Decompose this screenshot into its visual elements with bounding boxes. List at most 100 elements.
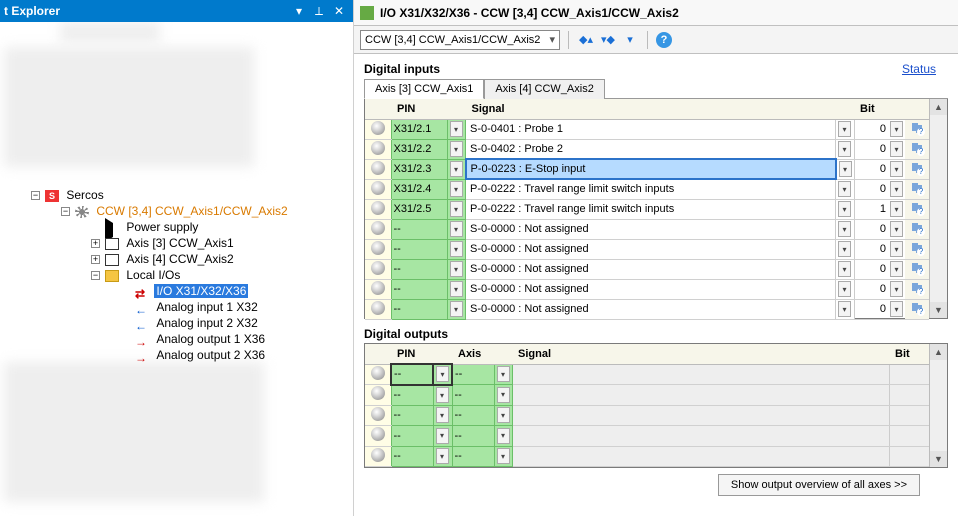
- signal-cell[interactable]: S-0-0000 : Not assigned: [466, 279, 836, 299]
- table-row[interactable]: X31/2.5▾P-0-0222 : Travel range limit sw…: [365, 199, 929, 219]
- pin-dropdown[interactable]: ▾: [447, 279, 466, 299]
- scrollbar[interactable]: ▲ ▼: [929, 99, 947, 318]
- chevron-down-icon[interactable]: ▾: [436, 366, 449, 382]
- action-cell[interactable]: [905, 219, 929, 239]
- signal-dropdown[interactable]: ▾: [836, 259, 855, 279]
- collapse-icon[interactable]: −: [91, 271, 100, 280]
- pin-dropdown[interactable]: ▾: [447, 119, 466, 139]
- pin-cell[interactable]: X31/2.1: [391, 119, 447, 139]
- tree-node-sercos[interactable]: − S Sercos − CCW [3,4] CCW_Axis1/CCW_Axi…: [31, 187, 349, 363]
- pin-cell[interactable]: --: [391, 385, 433, 406]
- table-row[interactable]: X31/2.3▾P-0-0223 : E-Stop input▾0▾: [365, 159, 929, 179]
- tree-node-ao1[interactable]: → Analog output 1 X36: [121, 331, 349, 347]
- copy-help-icon[interactable]: [910, 201, 924, 215]
- tree-node-axis4[interactable]: + Axis [4] CCW_Axis2: [91, 251, 349, 267]
- table-row[interactable]: --▾S-0-0000 : Not assigned▾0▾: [365, 219, 929, 239]
- pin-cell[interactable]: --: [391, 405, 433, 426]
- tab-axis3[interactable]: Axis [3] CCW_Axis1: [364, 79, 484, 99]
- chevron-down-icon[interactable]: ▾: [450, 201, 463, 217]
- dropdown-icon[interactable]: ▾: [289, 1, 309, 21]
- copy-help-icon[interactable]: [910, 121, 924, 135]
- bit-dropdown[interactable]: ▾: [888, 199, 905, 219]
- signal-cell[interactable]: S-0-0000 : Not assigned: [466, 259, 836, 279]
- pin-cell[interactable]: --: [391, 299, 447, 319]
- bit-dropdown[interactable]: ▾: [888, 179, 905, 199]
- pin-cell[interactable]: --: [391, 364, 433, 385]
- nav-prev-button[interactable]: ▾◆: [599, 31, 617, 49]
- collapse-icon[interactable]: −: [61, 207, 70, 216]
- close-icon[interactable]: ✕: [329, 1, 349, 21]
- bit-cell[interactable]: 0: [854, 259, 888, 279]
- collapse-icon[interactable]: −: [31, 191, 40, 200]
- scroll-up-icon[interactable]: ▲: [930, 99, 947, 115]
- action-cell[interactable]: [905, 259, 929, 279]
- chevron-down-icon[interactable]: ▾: [838, 301, 851, 317]
- bit-cell[interactable]: 0: [854, 299, 888, 319]
- bit-cell[interactable]: 0: [854, 119, 888, 139]
- chevron-down-icon[interactable]: ▾: [890, 181, 903, 197]
- bit-cell[interactable]: 0: [854, 159, 888, 179]
- bit-dropdown[interactable]: ▾: [888, 219, 905, 239]
- device-combo[interactable]: CCW [3,4] CCW_Axis1/CCW_Axis2 ▾: [360, 30, 560, 50]
- chevron-down-icon[interactable]: ▾: [450, 261, 463, 277]
- action-cell[interactable]: [905, 139, 929, 159]
- axis-cell[interactable]: --: [452, 446, 494, 467]
- chevron-down-icon[interactable]: ▾: [497, 366, 510, 382]
- chevron-down-icon[interactable]: ▾: [838, 181, 851, 197]
- bit-dropdown[interactable]: ▾: [888, 279, 905, 299]
- signal-dropdown[interactable]: ▾: [836, 299, 855, 319]
- chevron-down-icon[interactable]: ▾: [890, 241, 903, 257]
- bit-cell[interactable]: 1: [854, 199, 888, 219]
- pin-dropdown[interactable]: ▾: [447, 159, 466, 179]
- pin-dropdown[interactable]: ▾: [447, 259, 466, 279]
- axis-cell[interactable]: --: [452, 426, 494, 447]
- copy-help-icon[interactable]: [910, 241, 924, 255]
- pin-dropdown[interactable]: ▾: [433, 446, 452, 467]
- chevron-down-icon[interactable]: ▾: [450, 121, 463, 137]
- signal-cell[interactable]: P-0-0222 : Travel range limit switch inp…: [466, 179, 836, 199]
- bit-cell[interactable]: 0: [854, 179, 888, 199]
- chevron-down-icon[interactable]: ▾: [838, 261, 851, 277]
- signal-cell[interactable]: S-0-0000 : Not assigned: [466, 239, 836, 259]
- help-button[interactable]: ?: [656, 32, 672, 48]
- signal-dropdown[interactable]: ▾: [836, 239, 855, 259]
- copy-help-icon[interactable]: [910, 221, 924, 235]
- bit-dropdown[interactable]: ▾: [888, 259, 905, 279]
- chevron-down-icon[interactable]: ▾: [497, 428, 510, 444]
- scroll-down-icon[interactable]: ▼: [930, 451, 947, 467]
- copy-help-icon[interactable]: [910, 261, 924, 275]
- scrollbar[interactable]: ▲ ▼: [929, 344, 947, 467]
- expand-icon[interactable]: +: [91, 239, 100, 248]
- signal-dropdown[interactable]: ▾: [836, 219, 855, 239]
- chevron-down-icon[interactable]: ▾: [838, 121, 851, 137]
- signal-cell[interactable]: S-0-0402 : Probe 2: [466, 139, 836, 159]
- table-row[interactable]: --▾--▾: [365, 426, 929, 447]
- pin-dropdown[interactable]: ▾: [433, 385, 452, 406]
- chevron-down-icon[interactable]: ▾: [450, 301, 463, 317]
- nav-first-button[interactable]: ◆▴: [577, 31, 595, 49]
- action-cell[interactable]: [905, 179, 929, 199]
- axis-dropdown[interactable]: ▾: [494, 364, 512, 385]
- pin-dropdown[interactable]: ▾: [447, 239, 466, 259]
- signal-dropdown[interactable]: ▾: [836, 139, 855, 159]
- bit-dropdown[interactable]: ▾: [888, 119, 905, 139]
- tree-node-ai2[interactable]: ← Analog input 2 X32: [121, 315, 349, 331]
- pin-cell[interactable]: --: [391, 446, 433, 467]
- bit-cell[interactable]: 0: [854, 139, 888, 159]
- chevron-down-icon[interactable]: ▾: [890, 221, 903, 237]
- pin-dropdown[interactable]: ▾: [433, 426, 452, 447]
- copy-help-icon[interactable]: [910, 161, 924, 175]
- copy-help-icon[interactable]: [910, 301, 924, 315]
- pin-cell[interactable]: --: [391, 279, 447, 299]
- tree-node-ai1[interactable]: ← Analog input 1 X32: [121, 299, 349, 315]
- chevron-down-icon[interactable]: ▾: [450, 181, 463, 197]
- signal-dropdown[interactable]: ▾: [836, 179, 855, 199]
- chevron-down-icon[interactable]: ▾: [838, 201, 851, 217]
- pin-dropdown[interactable]: ▾: [447, 179, 466, 199]
- chevron-down-icon[interactable]: ▾: [436, 448, 449, 464]
- bit-dropdown[interactable]: ▾: [888, 299, 905, 319]
- status-link[interactable]: Status: [902, 62, 936, 76]
- signal-dropdown[interactable]: ▾: [836, 279, 855, 299]
- chevron-down-icon[interactable]: ▾: [838, 221, 851, 237]
- tree-node-power[interactable]: Power supply: [91, 219, 349, 235]
